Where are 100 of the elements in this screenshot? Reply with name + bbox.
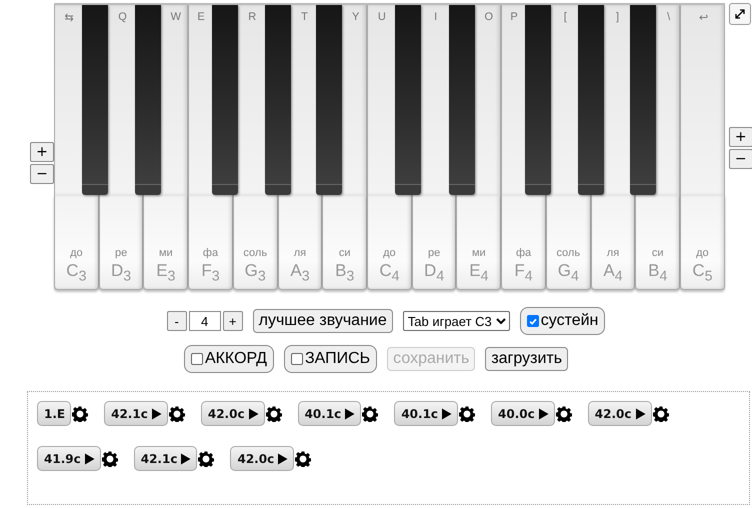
settings-icon[interactable] xyxy=(459,406,476,422)
key-shortcut-label: Y xyxy=(352,11,360,23)
key-shortcut-label: W xyxy=(170,11,181,23)
play-take-button[interactable]: 42.0c xyxy=(230,446,294,471)
play-take-button[interactable]: 42.1c xyxy=(134,446,198,471)
play-take-button[interactable]: 41.9c xyxy=(37,446,101,471)
octave-up-button[interactable]: + xyxy=(222,311,243,331)
solfege-label: ля xyxy=(606,246,620,259)
sharp-key[interactable] xyxy=(394,5,421,195)
key-shortcut-label: [ xyxy=(564,11,567,23)
play-take-button[interactable]: 42.1c xyxy=(104,401,168,426)
note-label: B$_{3}$ xyxy=(335,260,354,284)
solfege-label: до xyxy=(383,246,396,259)
settings-icon[interactable] xyxy=(198,450,214,466)
settings-icon[interactable] xyxy=(168,406,185,422)
sharp-key[interactable] xyxy=(82,5,108,195)
note-label: F$_{4}$ xyxy=(514,260,533,284)
solfege-label: фа xyxy=(202,246,218,259)
sharp-key[interactable] xyxy=(316,5,342,195)
solfege-label: ми xyxy=(472,246,486,259)
zoom-button[interactable]: − xyxy=(30,164,54,184)
sustain-toggle[interactable]: сустейн xyxy=(520,307,606,335)
solfege-label: ми xyxy=(158,246,173,259)
note-label: A$_{3}$ xyxy=(290,260,310,284)
checkbox[interactable] xyxy=(190,353,203,365)
zoom-button[interactable]: + xyxy=(30,142,54,162)
quality-button[interactable]: лучшее звучание xyxy=(252,309,393,333)
play-take-button[interactable]: 40.1c xyxy=(394,401,458,426)
sharp-key[interactable] xyxy=(264,5,291,195)
zoom-button[interactable]: + xyxy=(728,127,752,147)
checkbox[interactable] xyxy=(526,315,539,327)
key-shortcut-label: E xyxy=(197,11,205,23)
settings-icon[interactable] xyxy=(102,450,118,466)
play-icon xyxy=(441,408,452,420)
note-label: A$_{4}$ xyxy=(603,260,623,284)
play-take-button[interactable]: 42.0c xyxy=(200,401,265,426)
play-icon xyxy=(344,408,356,420)
sharp-key[interactable] xyxy=(212,5,238,195)
fullscreen-button[interactable] xyxy=(728,3,751,25)
note-label: B$_{4}$ xyxy=(648,260,668,284)
solfege-label: до xyxy=(696,246,709,259)
play-take-button[interactable]: 40.0c xyxy=(491,401,555,426)
settings-icon[interactable] xyxy=(266,406,282,422)
note-label: C$_{5}$ xyxy=(692,260,712,284)
key-shortcut-label: \ xyxy=(667,11,670,23)
load-button[interactable]: загрузить xyxy=(485,347,568,371)
tab-select[interactable]: Tab играет C3 xyxy=(402,311,510,331)
sharp-key[interactable] xyxy=(630,5,656,195)
zoom-button[interactable]: − xyxy=(728,149,752,169)
expand-icon xyxy=(734,9,745,19)
solfege-label: соль xyxy=(556,246,580,259)
octave-field[interactable]: 4 xyxy=(188,311,221,331)
sharp-key[interactable] xyxy=(135,5,162,195)
key-shortcut-label: ] xyxy=(616,11,620,23)
play-icon xyxy=(538,408,549,420)
play-take-button[interactable]: 42.0c xyxy=(588,401,652,426)
solfege-label: соль xyxy=(243,246,268,259)
key-shortcut-label: T xyxy=(301,11,308,23)
solfege-label: си xyxy=(338,246,350,259)
note-button[interactable]: 1.E xyxy=(37,401,72,426)
key-shortcut-label: ⇆ xyxy=(64,11,74,24)
solfege-label: до xyxy=(70,246,83,259)
play-icon xyxy=(634,408,646,420)
key-shortcut-label: P xyxy=(510,11,518,23)
play-icon xyxy=(84,452,95,464)
key-shortcut-label: R xyxy=(248,11,256,23)
settings-icon[interactable] xyxy=(652,406,669,422)
solfege-label: ре xyxy=(428,246,440,259)
checkbox[interactable] xyxy=(290,353,303,365)
key-shortcut-label: U xyxy=(378,11,386,23)
key-shortcut-label: ↩ xyxy=(698,11,708,24)
settings-icon[interactable] xyxy=(556,406,572,422)
settings-icon[interactable] xyxy=(72,406,88,422)
key-shortcut-label: I xyxy=(434,11,438,23)
note-label: C$_{4}$ xyxy=(379,260,400,284)
play-take-button[interactable]: 40.1c xyxy=(298,401,362,426)
note-label: D$_{3}$ xyxy=(111,260,132,284)
solfege-label: фа xyxy=(516,246,532,259)
solfege-label: ре xyxy=(114,246,128,259)
key-shortcut-label: Q xyxy=(118,11,127,23)
record-toggle[interactable]: ЗАПИСЬ xyxy=(284,345,378,373)
octave-down-button[interactable]: - xyxy=(166,311,187,331)
play-icon xyxy=(150,408,162,420)
play-icon xyxy=(248,408,259,420)
sharp-key[interactable] xyxy=(578,5,604,195)
note-label: E$_{3}$ xyxy=(156,260,176,284)
settings-icon[interactable] xyxy=(295,450,312,466)
key-shortcut-label: O xyxy=(484,11,494,23)
settings-icon[interactable] xyxy=(362,406,378,422)
sharp-key[interactable] xyxy=(525,5,552,195)
note-label: F$_{3}$ xyxy=(201,260,220,284)
play-icon xyxy=(180,452,192,464)
note-label: D$_{4}$ xyxy=(424,260,444,284)
note-label: G$_{4}$ xyxy=(558,260,579,284)
note-label: C$_{3}$ xyxy=(66,260,86,284)
note-label: E$_{4}$ xyxy=(469,260,488,284)
sharp-key[interactable] xyxy=(448,5,475,195)
play-icon xyxy=(277,452,288,464)
chord-toggle[interactable]: АККОРД xyxy=(184,345,274,373)
solfege-label: ля xyxy=(294,246,306,259)
